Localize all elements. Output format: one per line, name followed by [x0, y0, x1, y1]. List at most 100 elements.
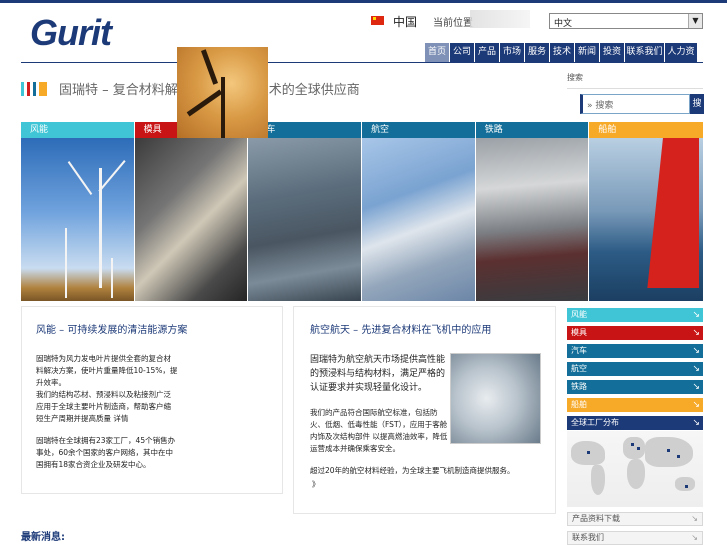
card-paragraph: 我们的产品符合国际航空标准，包括防火、低烟、低毒性能（FST），应用于客舱内饰及… [310, 408, 448, 453]
airplane-nose-image [450, 353, 541, 444]
search-button[interactable]: 搜索 [690, 94, 704, 129]
card-title[interactable]: 航空航天 – 先进复合材料在飞机中的应用 [310, 321, 491, 336]
sidebar-link-wind[interactable]: 风能 ↘ [567, 308, 703, 322]
more-link[interactable]: 》 [312, 479, 320, 491]
banner-panel-tooling[interactable]: 模具 [134, 122, 249, 301]
button-label: 联系我们 [572, 533, 604, 542]
map-landmass [645, 437, 693, 467]
accent-bar [21, 82, 24, 96]
sidebar-link-rail[interactable]: 铁路 ↘ [567, 380, 703, 394]
arrow-down-right-icon: ↘ [692, 382, 700, 392]
sidebar-link-global-sites[interactable]: 全球工厂分布 ↘ [567, 416, 703, 430]
nav-item-contact[interactable]: 联系我们 [625, 43, 664, 62]
nav-item-technology[interactable]: 技术 [550, 43, 574, 62]
language-select[interactable]: 中文 ▼ [549, 13, 703, 29]
link-label: 模具 [571, 328, 587, 337]
sidebar-link-automotive[interactable]: 汽车 ↘ [567, 344, 703, 358]
download-brochure-button[interactable]: 产品资料下载 ↘ [567, 512, 703, 526]
map-location-dot [637, 447, 640, 450]
nav-item-company[interactable]: 公司 [450, 43, 474, 62]
map-landmass [591, 465, 605, 495]
accent-bar [33, 82, 36, 96]
arrow-down-right-icon: ↘ [692, 310, 700, 320]
link-label: 航空 [571, 364, 587, 373]
aircraft-image [362, 138, 475, 301]
arrow-down-right-icon: ↘ [691, 514, 698, 523]
arrow-down-right-icon: ↘ [692, 400, 700, 410]
nav-item-careers[interactable]: 人力资源 [665, 43, 697, 76]
market-links: 风能 ↘ 模具 ↘ 汽车 ↘ 航空 ↘ 铁路 ↘ 船舶 ↘ 全球工厂分布 ↘ [567, 308, 703, 434]
turbine-tower [221, 77, 225, 138]
title-accent-bars [21, 82, 50, 96]
map-landmass [675, 477, 695, 491]
world-map[interactable] [567, 431, 703, 507]
arrow-down-right-icon: ↘ [692, 364, 700, 374]
arrow-down-right-icon: ↘ [692, 346, 700, 356]
nav-item-services[interactable]: 服务 [525, 43, 549, 62]
nav-item-investors[interactable]: 投资 [600, 43, 624, 62]
banner-panel-aerospace[interactable]: 航空 [362, 122, 476, 301]
car-image [248, 138, 362, 301]
banner-panel-marine[interactable]: 船舶 [589, 122, 704, 301]
link-label: 船舶 [571, 400, 587, 409]
language-select-value: 中文 [554, 19, 573, 29]
nav-item-news[interactable]: 新闻 [575, 43, 599, 62]
market-banner: 风能 模具 汽车 航空 铁路 船舶 [21, 122, 704, 301]
card-paragraph: 固瑞特为航空航天市场提供高性能的预浸料与结构材料，满足严格的认证要求并实现轻量化… [310, 355, 446, 393]
location-label: 当前位置 [433, 18, 473, 29]
accent-bar [27, 82, 30, 96]
link-label: 汽车 [571, 346, 587, 355]
banner-title: 航空 [362, 122, 475, 138]
banner-panel-wind[interactable]: 风能 [21, 122, 135, 301]
map-location-dot [587, 451, 590, 454]
arrow-down-right-icon: ↘ [692, 328, 700, 338]
map-landmass [623, 437, 645, 459]
latest-news-label: 最新消息: [21, 532, 65, 543]
banner-panel-rail[interactable]: 铁路 [475, 122, 590, 301]
gurit-logo[interactable]: Gurit [30, 12, 112, 54]
header-divider [21, 62, 703, 63]
search-divider [567, 88, 703, 89]
map-location-dot [667, 449, 670, 452]
arrow-down-right-icon: ↘ [691, 533, 698, 542]
sailboat-image [589, 138, 704, 301]
card-title[interactable]: 风能 – 可持续发展的清洁能源方案 [36, 321, 187, 336]
nav-item-markets[interactable]: 市场 [500, 43, 524, 62]
turbine-tower [111, 258, 113, 298]
sidebar-link-marine[interactable]: 船舶 ↘ [567, 398, 703, 412]
search-label: 搜索 [567, 73, 583, 82]
link-label: 全球工厂分布 [571, 418, 619, 427]
banner-panel-automotive[interactable]: 汽车 [248, 122, 363, 301]
sail-shape [647, 138, 700, 288]
turbine-blade [186, 89, 223, 117]
banner-title: 船舶 [589, 122, 704, 138]
button-label: 产品资料下载 [572, 514, 620, 523]
map-location-dot [631, 443, 634, 446]
map-location-dot [677, 455, 680, 458]
nav-item-home[interactable]: 首页 [425, 43, 449, 62]
link-label: 风能 [571, 310, 587, 319]
contact-us-button[interactable]: 联系我们 ↘ [567, 531, 703, 545]
main-nav: 首页 公司 产品 市场 服务 技术 新闻 投资 联系我们 人力资源 [424, 43, 697, 76]
sidebar-link-tooling[interactable]: 模具 ↘ [567, 326, 703, 340]
map-location-dot [685, 485, 688, 488]
arrow-down-right-icon: ↘ [692, 418, 700, 428]
accent-bar [39, 82, 47, 96]
top-border [0, 0, 727, 3]
country-label[interactable]: 中国 [393, 13, 417, 30]
wind-turbine-image [21, 138, 134, 301]
turbine-blade [98, 160, 126, 192]
turbine-blade [67, 161, 93, 195]
location-value-placeholder [470, 10, 530, 28]
nav-item-products[interactable]: 产品 [475, 43, 499, 62]
card-paragraph: 固瑞特在全球拥有23家工厂，45个销售办事处，60余个国家的客户网络，其中在中国… [36, 436, 176, 469]
chevron-down-icon[interactable]: ▼ [688, 14, 702, 28]
sidebar-link-aerospace[interactable]: 航空 ↘ [567, 362, 703, 376]
search-input[interactable]: » 搜索 [580, 94, 690, 114]
map-landmass [627, 459, 645, 489]
banner-title: 铁路 [475, 122, 589, 138]
link-label: 铁路 [571, 382, 587, 391]
wind-energy-card: 风能 – 可持续发展的清洁能源方案 固瑞特为风力发电叶片提供全套的复合材料解决方… [21, 306, 283, 494]
card-paragraph: 固瑞特为风力发电叶片提供全套的复合材料解决方案，使叶片重量降低10-15%，提升… [36, 354, 178, 387]
train-image [475, 138, 589, 301]
